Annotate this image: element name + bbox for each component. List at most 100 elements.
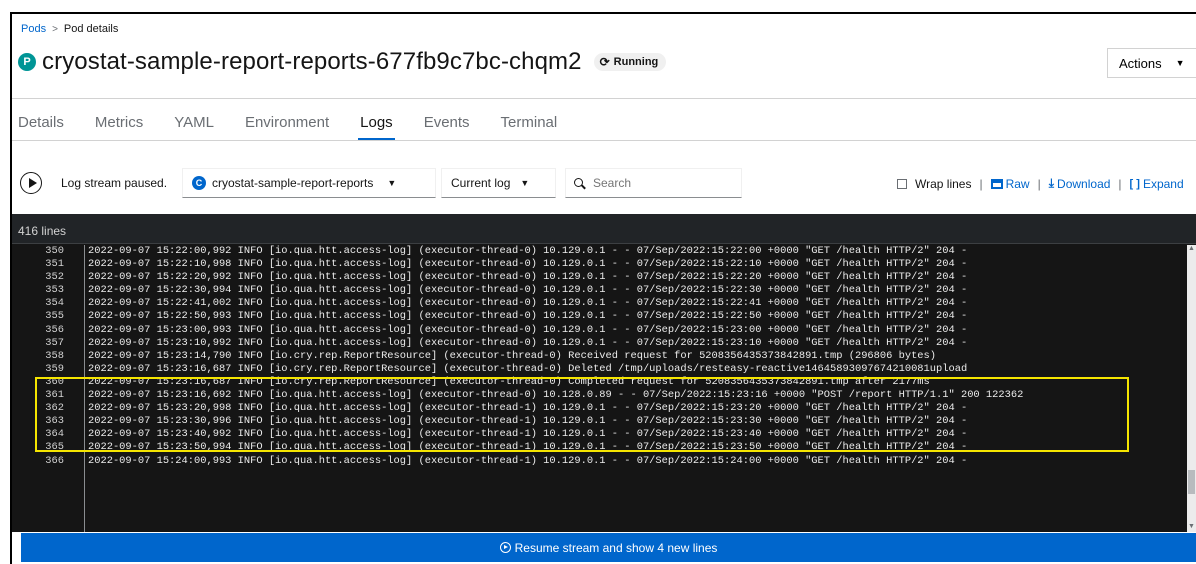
wrap-lines-checkbox[interactable] [897, 178, 907, 189]
divider: | [1037, 176, 1041, 191]
status-text: Running [613, 56, 659, 68]
status-badge: ⟳ Running [593, 53, 667, 71]
scroll-down-icon[interactable]: ▼ [1188, 523, 1195, 530]
download-label: Download [1057, 176, 1111, 191]
divider: | [1118, 176, 1122, 191]
log-line: 355 2022-09-07 15:22:50,993 INFO [io.qua.… [12, 310, 1196, 323]
log-line: 365 2022-09-07 15:23:50,994 INFO [io.qua.… [12, 441, 1196, 454]
tab-events[interactable]: Events [424, 108, 470, 140]
log-line-number: 356 [45, 323, 64, 336]
log-line: 366 2022-09-07 15:24:00,993 INFO [io.qua.… [12, 455, 1196, 468]
container-select[interactable]: C cryostat-sample-report-reports ▼ [182, 168, 436, 198]
log-content: 350 2022-09-07 15:22:00,992 INFO [io.qua.… [12, 245, 1196, 532]
log-line: 357 2022-09-07 15:23:10,992 INFO [io.qua.… [12, 337, 1196, 350]
caret-down-icon: ▼ [520, 178, 530, 188]
divider: | [979, 176, 983, 191]
breadcrumb-pods-link[interactable]: Pods [21, 23, 46, 35]
log-type-select[interactable]: Current log ▼ [441, 168, 556, 198]
search-icon [574, 177, 585, 189]
tab-metrics[interactable]: Metrics [95, 108, 143, 140]
log-line-number: 350 [45, 245, 64, 257]
log-line-number: 359 [45, 362, 64, 375]
resume-stream-button[interactable]: Resume stream and show 4 new lines [21, 533, 1196, 562]
tab-terminal[interactable]: Terminal [501, 108, 558, 140]
log-line-number: 358 [45, 349, 64, 362]
log-line: 362 2022-09-07 15:23:20,998 INFO [io.qua.… [12, 402, 1196, 415]
log-scrollbar[interactable]: ▲ ▼ [1187, 245, 1196, 532]
log-line: 354 2022-09-07 15:22:41,002 INFO [io.qua.… [12, 297, 1196, 310]
log-toolbar: Log stream paused. C cryostat-sample-rep… [12, 164, 1196, 202]
play-circle-icon [499, 542, 511, 553]
log-line-number: 362 [45, 402, 64, 415]
log-line: 352 2022-09-07 15:22:20,992 INFO [io.qua.… [12, 271, 1196, 284]
breadcrumb-separator: > [52, 23, 58, 35]
log-line: 350 2022-09-07 15:22:00,992 INFO [io.qua.… [12, 245, 1196, 258]
log-line-text: 2022-09-07 15:23:50,994 INFO [io.qua.htt… [88, 441, 968, 454]
pod-details-page: Pods > Pod details P cryostat-sample-rep… [0, 0, 1196, 564]
raw-link[interactable]: Raw [990, 176, 1030, 191]
log-line: 361 2022-09-07 15:23:16,692 INFO [io.qua.… [12, 389, 1196, 402]
screenshot-border-top [10, 12, 1196, 14]
log-line-number: 366 [45, 454, 64, 467]
log-line-text: 2022-09-07 15:23:10,992 INFO [io.qua.htt… [88, 336, 968, 349]
scroll-thumb[interactable] [1188, 470, 1195, 494]
log-line: 358 2022-09-07 15:23:14,790 INFO [io.cry.… [12, 350, 1196, 363]
pod-resource-badge: P [18, 53, 36, 71]
scroll-up-icon[interactable]: ▲ [1188, 245, 1195, 252]
breadcrumb: Pods > Pod details [21, 23, 118, 35]
log-line-number: 365 [45, 441, 64, 454]
log-line-number: 353 [45, 284, 64, 297]
actions-dropdown-button[interactable]: Actions ▼ [1107, 48, 1196, 78]
header-divider [12, 98, 1196, 99]
log-line-number: 357 [45, 336, 64, 349]
search-field [565, 168, 742, 198]
log-line: 363 2022-09-07 15:23:30,996 INFO [io.qua.… [12, 415, 1196, 428]
log-line-text: 2022-09-07 15:23:16,692 INFO [io.qua.htt… [88, 389, 1024, 402]
tabs-divider [12, 140, 1196, 141]
log-line: 356 2022-09-07 15:23:00,993 INFO [io.qua.… [12, 324, 1196, 337]
tab-logs[interactable]: Logs [358, 108, 395, 140]
caret-down-icon: ▼ [387, 178, 397, 188]
log-line-text: 2022-09-07 15:23:14,790 INFO [io.cry.rep… [88, 349, 937, 362]
download-icon: ⤓ [1048, 176, 1055, 190]
log-line-text: 2022-09-07 15:23:30,996 INFO [io.qua.htt… [88, 415, 968, 428]
log-line: 364 2022-09-07 15:23:40,992 INFO [io.qua.… [12, 428, 1196, 441]
log-line-text: 2022-09-07 15:23:00,993 INFO [io.qua.htt… [88, 323, 968, 336]
log-line: 351 2022-09-07 15:22:10,998 INFO [io.qua.… [12, 258, 1196, 271]
raw-label: Raw [1005, 176, 1030, 191]
expand-icon: [ ] [1129, 177, 1140, 190]
play-stream-button[interactable] [20, 172, 42, 194]
actions-label: Actions [1119, 55, 1162, 71]
log-viewer: 416 lines 350 2022-09-07 15:22:00,992 INF… [12, 214, 1196, 532]
log-line-text: 2022-09-07 15:22:41,002 INFO [io.qua.htt… [88, 297, 968, 310]
expand-link[interactable]: [ ] Expand [1130, 177, 1184, 191]
log-type-value: Current log [451, 176, 511, 190]
log-line-number: 354 [45, 297, 64, 310]
log-line-number: 351 [45, 258, 64, 271]
log-line-text: 2022-09-07 15:22:00,992 INFO [io.qua.htt… [88, 245, 968, 257]
log-line: 353 2022-09-07 15:22:30,994 INFO [io.qua.… [12, 284, 1196, 297]
log-line: 359 2022-09-07 15:23:16,687 INFO [io.cry.… [12, 363, 1196, 376]
tab-bar: Details Metrics YAML Environment Logs Ev… [18, 108, 588, 140]
log-line-count: 416 lines [12, 214, 1196, 244]
log-line-text: 2022-09-07 15:23:16,687 INFO [io.cry.rep… [88, 375, 930, 388]
search-input[interactable] [593, 176, 723, 190]
tab-details[interactable]: Details [18, 108, 64, 140]
log-line-number: 361 [45, 389, 64, 402]
tab-environment[interactable]: Environment [245, 108, 329, 140]
wrap-lines-label[interactable]: Wrap lines [915, 177, 971, 191]
stream-status-text: Log stream paused. [61, 176, 168, 190]
log-line-number: 355 [45, 310, 64, 323]
log-line-number: 364 [45, 428, 64, 441]
log-line-text: 2022-09-07 15:23:20,998 INFO [io.qua.htt… [88, 402, 968, 415]
log-line: 360 2022-09-07 15:23:16,687 INFO [io.cry.… [12, 376, 1196, 389]
tab-yaml[interactable]: YAML [174, 108, 214, 140]
container-select-value: cryostat-sample-report-reports [212, 176, 374, 190]
download-link[interactable]: ⤓ Download [1049, 176, 1111, 191]
sync-icon: ⟳ [599, 55, 610, 69]
page-title: cryostat-sample-report-reports-677fb9c7b… [42, 48, 582, 75]
log-line-text: 2022-09-07 15:22:30,994 INFO [io.qua.htt… [88, 284, 968, 297]
container-badge: C [192, 176, 206, 190]
expand-label: Expand [1142, 176, 1184, 191]
resume-label: Resume stream and show 4 new lines [514, 540, 718, 555]
